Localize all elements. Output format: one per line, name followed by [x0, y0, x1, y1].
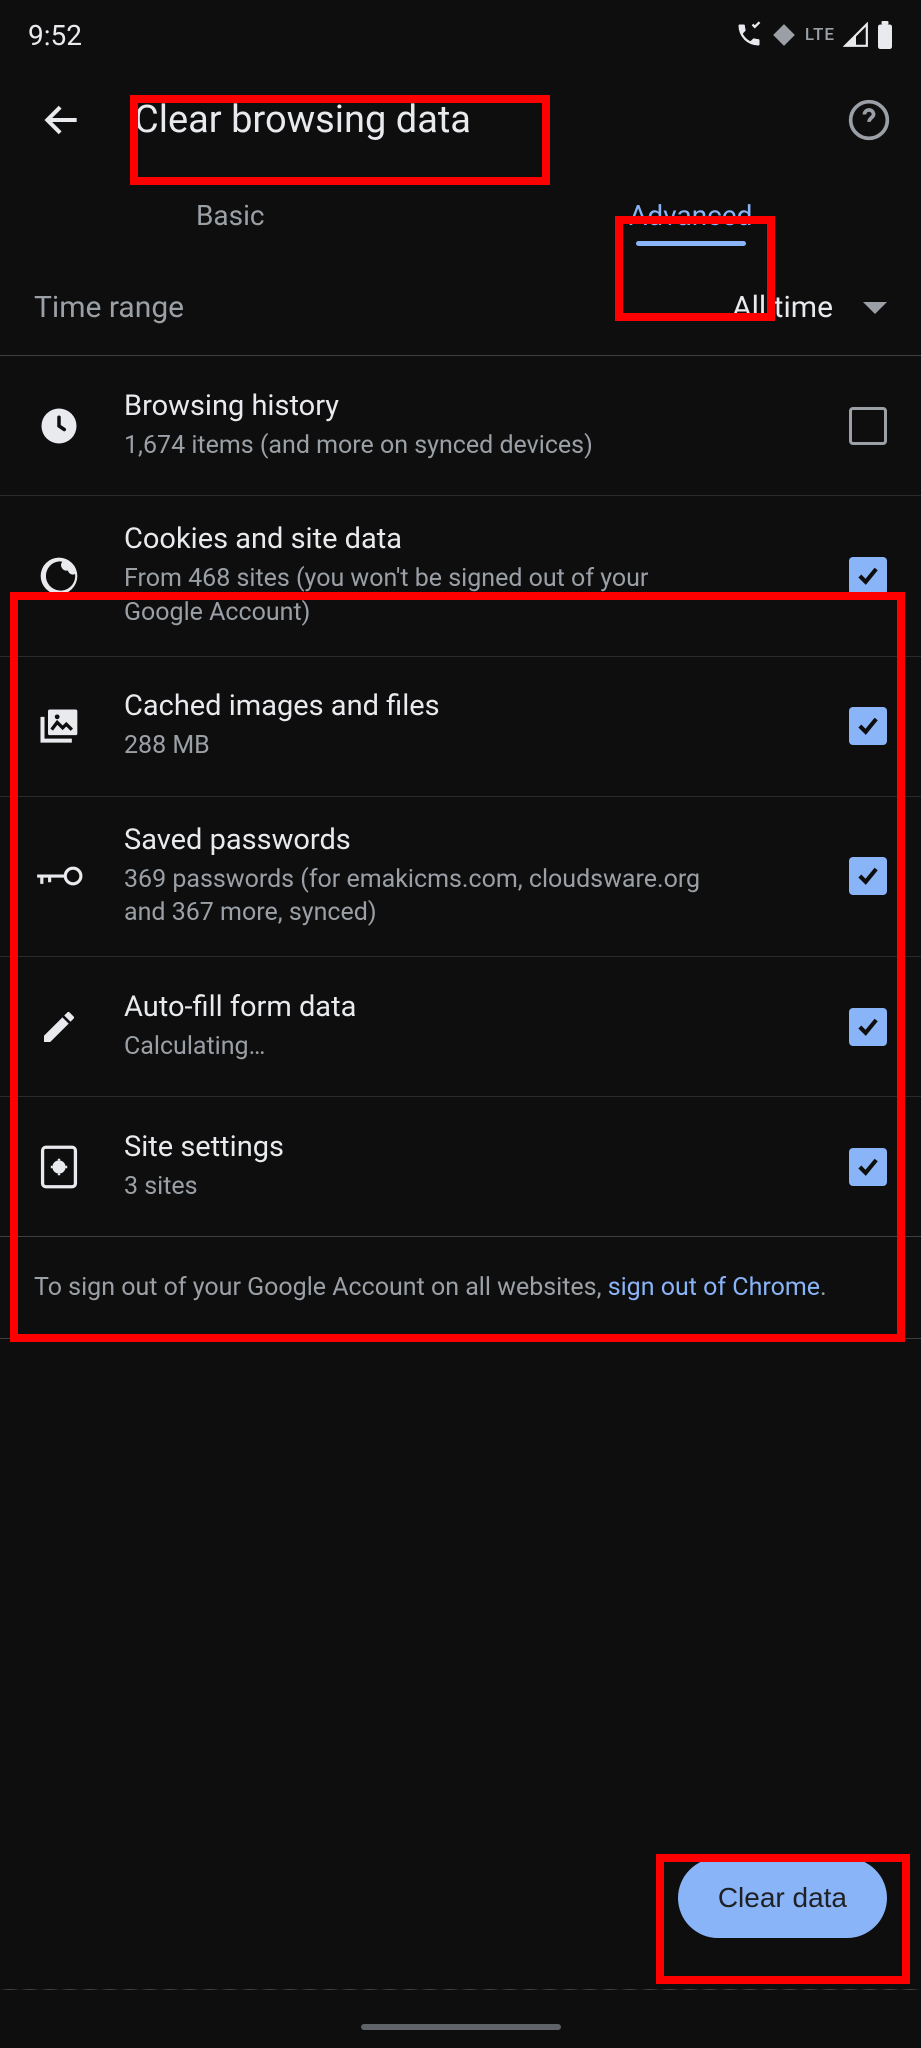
item-cached[interactable]: Cached images and files 288 MB	[0, 657, 921, 797]
item-passwords[interactable]: Saved passwords 369 passwords (for emaki…	[0, 797, 921, 958]
checkbox-site-settings[interactable]	[849, 1148, 887, 1186]
item-text: Saved passwords 369 passwords (for emaki…	[124, 823, 809, 931]
page-title: Clear browsing data	[134, 98, 471, 142]
signout-prefix: To sign out of your Google Account on al…	[34, 1273, 608, 1302]
signal-icon	[843, 22, 869, 48]
checkbox-cookies[interactable]	[849, 557, 887, 595]
item-text: Site settings 3 sites	[124, 1130, 809, 1204]
checkbox-cached[interactable]	[849, 707, 887, 745]
history-icon	[34, 405, 84, 447]
item-sub: From 468 sites (you won't be signed out …	[124, 562, 714, 630]
signout-message: To sign out of your Google Account on al…	[0, 1237, 921, 1339]
item-text: Browsing history 1,674 items (and more o…	[124, 389, 809, 463]
bottom-divider	[0, 1989, 921, 1990]
time-range-label: Time range	[34, 290, 184, 325]
battery-icon	[877, 21, 893, 49]
clear-data-button[interactable]: Clear data	[678, 1858, 887, 1938]
home-indicator[interactable]	[361, 2024, 561, 2030]
signout-suffix: .	[820, 1273, 827, 1302]
item-cookies[interactable]: Cookies and site data From 468 sites (yo…	[0, 496, 921, 657]
item-site-settings[interactable]: Site settings 3 sites	[0, 1097, 921, 1237]
back-arrow-icon[interactable]	[40, 98, 84, 142]
time-range-value: All time	[732, 290, 833, 325]
lte-label: LTE	[805, 25, 835, 45]
tab-basic[interactable]: Basic	[0, 170, 461, 260]
wifi-calling-icon	[735, 21, 763, 49]
tab-basic-label: Basic	[196, 199, 265, 232]
tab-advanced-label: Advanced	[629, 199, 752, 232]
item-title: Saved passwords	[124, 823, 809, 857]
item-title: Browsing history	[124, 389, 809, 423]
item-text: Auto-fill form data Calculating…	[124, 990, 809, 1064]
site-settings-icon	[34, 1144, 84, 1190]
item-text: Cookies and site data From 468 sites (yo…	[124, 522, 809, 630]
diamond-icon	[771, 22, 797, 48]
app-bar: Clear browsing data	[0, 70, 921, 170]
item-sub: 1,674 items (and more on synced devices)	[124, 429, 714, 463]
item-text: Cached images and files 288 MB	[124, 689, 809, 763]
item-title: Cached images and files	[124, 689, 809, 723]
status-icons: LTE	[735, 21, 893, 49]
item-sub: 369 passwords (for emakicms.com, cloudsw…	[124, 863, 714, 931]
item-autofill[interactable]: Auto-fill form data Calculating…	[0, 957, 921, 1097]
tab-advanced[interactable]: Advanced	[461, 170, 921, 260]
item-title: Auto-fill form data	[124, 990, 809, 1024]
cookie-icon	[34, 554, 84, 598]
item-browsing-history[interactable]: Browsing history 1,674 items (and more o…	[0, 356, 921, 496]
item-sub: Calculating…	[124, 1030, 714, 1064]
data-type-list: Browsing history 1,674 items (and more o…	[0, 356, 921, 1237]
checkbox-passwords[interactable]	[849, 857, 887, 895]
item-sub: 288 MB	[124, 729, 714, 763]
time-range-value-wrap: All time	[732, 290, 887, 325]
status-time: 9:52	[28, 19, 82, 52]
chevron-down-icon	[863, 302, 887, 314]
checkbox-browsing-history[interactable]	[849, 407, 887, 445]
image-stack-icon	[34, 704, 84, 748]
status-bar: 9:52 LTE	[0, 0, 921, 70]
pencil-icon	[34, 1007, 84, 1047]
item-title: Cookies and site data	[124, 522, 809, 556]
tabs: Basic Advanced	[0, 170, 921, 260]
checkbox-autofill[interactable]	[849, 1008, 887, 1046]
time-range-selector[interactable]: Time range All time	[0, 260, 921, 356]
item-title: Site settings	[124, 1130, 809, 1164]
item-sub: 3 sites	[124, 1170, 714, 1204]
key-icon	[34, 861, 84, 891]
help-icon[interactable]	[847, 98, 891, 142]
signout-link[interactable]: sign out of Chrome	[608, 1273, 820, 1302]
